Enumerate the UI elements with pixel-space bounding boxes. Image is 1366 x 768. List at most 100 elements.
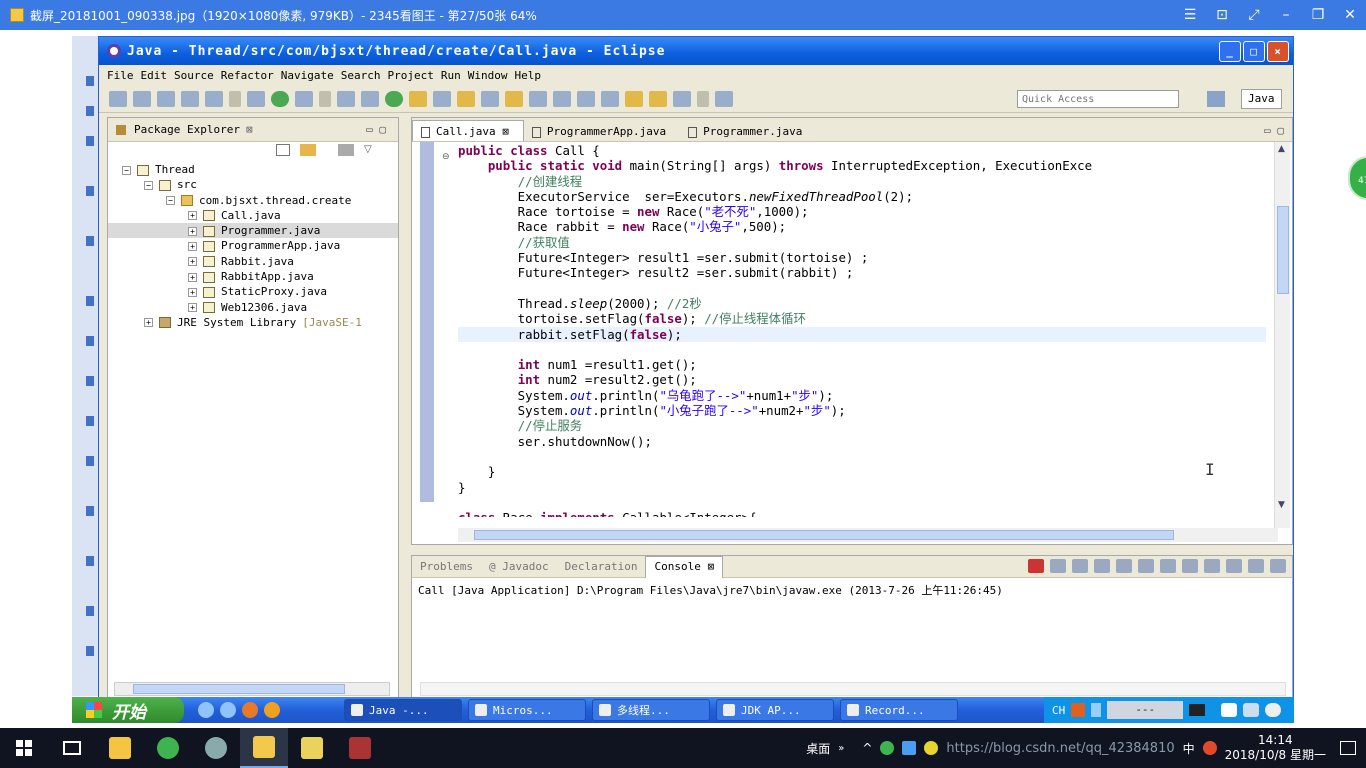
ime-mode[interactable]: 中 bbox=[1183, 740, 1195, 757]
menu-search[interactable]: Search bbox=[341, 69, 388, 82]
code-line[interactable]: //获取值 bbox=[458, 235, 1266, 250]
tray-app-icon[interactable] bbox=[1243, 703, 1260, 717]
restore-button[interactable]: ❐ bbox=[1302, 0, 1334, 30]
taskbar-file-explorer[interactable] bbox=[96, 728, 144, 768]
help-icon[interactable] bbox=[1091, 703, 1102, 717]
remove-launch-icon[interactable] bbox=[1050, 559, 1066, 573]
code-line[interactable]: } bbox=[458, 464, 1266, 479]
code-line[interactable]: System.out.println("乌龟跑了-->"+num1+"步"); bbox=[458, 388, 1266, 403]
scroll-up-icon[interactable]: ▲ bbox=[1278, 144, 1285, 154]
display-console-icon[interactable] bbox=[1204, 559, 1220, 573]
tab-javadoc[interactable]: @ Javadoc bbox=[481, 560, 557, 573]
taskbar-task-java[interactable]: Java -... bbox=[344, 699, 462, 721]
expand-toggle-icon[interactable]: + bbox=[188, 257, 197, 267]
console-hscrollbar[interactable] bbox=[420, 682, 1286, 696]
code-line[interactable]: class Race implements Callable<Integer>{ bbox=[458, 510, 1266, 517]
code-line[interactable]: Future<Integer> result2 =ser.submit(rabb… bbox=[458, 265, 1266, 280]
code-line[interactable]: System.out.println("小兔子跑了-->"+num2+"步"); bbox=[458, 403, 1266, 418]
expand-toggle-icon[interactable]: − bbox=[166, 196, 175, 206]
code-line[interactable]: public static void main(String[] args) t… bbox=[458, 158, 1266, 173]
code-line[interactable] bbox=[458, 281, 1266, 296]
close-button[interactable]: ✕ bbox=[1334, 0, 1366, 30]
sogou-ime-icon[interactable] bbox=[1202, 741, 1217, 755]
show-whitespace-icon[interactable] bbox=[553, 90, 571, 107]
expand-toggle-icon[interactable]: + bbox=[188, 303, 197, 313]
link-with-editor-icon[interactable] bbox=[300, 144, 316, 156]
save-icon[interactable] bbox=[157, 90, 175, 107]
menu-navigate[interactable]: Navigate bbox=[281, 69, 341, 82]
eclipse-minimize-button[interactable]: _ bbox=[1219, 40, 1241, 62]
clear-console-icon[interactable] bbox=[1094, 559, 1110, 573]
tray-app-icon[interactable] bbox=[902, 741, 917, 755]
taskbar-help-app[interactable] bbox=[288, 728, 336, 768]
open-perspective-icon[interactable] bbox=[1207, 91, 1225, 107]
editor-hscrollbar[interactable] bbox=[458, 528, 1278, 542]
taskbar-task-threads[interactable]: 多线程... bbox=[592, 699, 710, 721]
menu-run[interactable]: Run bbox=[441, 69, 468, 82]
chevron-down-icon[interactable]: ▽ bbox=[364, 144, 372, 156]
scroll-lock-icon[interactable] bbox=[1116, 559, 1132, 573]
task-view-button[interactable] bbox=[48, 728, 96, 768]
chevron-icon[interactable]: » bbox=[838, 743, 844, 754]
remove-all-icon[interactable] bbox=[1072, 559, 1088, 573]
code-line[interactable] bbox=[458, 495, 1266, 510]
search-icon[interactable] bbox=[457, 90, 475, 107]
tree-item[interactable]: + Programmer.java bbox=[108, 223, 398, 239]
new-wizard-icon[interactable] bbox=[133, 90, 151, 107]
close-icon[interactable]: ⊠ bbox=[246, 123, 253, 136]
notification-icon[interactable] bbox=[1340, 741, 1356, 755]
last-edit-icon[interactable] bbox=[625, 90, 643, 107]
clock[interactable]: 14:14 2018/10/8 星期一 bbox=[1225, 733, 1326, 763]
skip-breakpoints-icon[interactable] bbox=[337, 90, 355, 107]
code-line[interactable]: //创建线程 bbox=[458, 174, 1266, 189]
tab-programmerapp-java[interactable]: ProgrammerApp.java bbox=[524, 121, 680, 141]
source-code[interactable]: public class Call { public static void m… bbox=[458, 143, 1266, 517]
tab-problems[interactable]: Problems bbox=[412, 560, 481, 573]
code-line[interactable]: ser.shutdownNow(); bbox=[458, 434, 1266, 449]
tree-item[interactable]: + JRE System Library [JavaSE-1 bbox=[108, 315, 398, 330]
pin-console-icon[interactable] bbox=[1182, 559, 1198, 573]
close-icon[interactable]: ⊠ bbox=[502, 125, 509, 138]
ime-icon[interactable] bbox=[1071, 703, 1086, 717]
code-line[interactable]: } bbox=[458, 480, 1266, 495]
tab-console[interactable]: Console ⊠ bbox=[645, 555, 724, 578]
terminate-icon[interactable] bbox=[1028, 559, 1044, 573]
tree-item[interactable]: + StaticProxy.java bbox=[108, 284, 398, 299]
tree-item[interactable]: + ProgrammerApp.java bbox=[108, 238, 398, 253]
code-line[interactable]: rabbit.setFlag(false); bbox=[458, 326, 1266, 342]
desktop-toolbar-label[interactable]: 桌面 bbox=[806, 740, 830, 757]
taskbar-game-app[interactable] bbox=[336, 728, 384, 768]
tree-item[interactable]: + Web12306.java bbox=[108, 300, 398, 315]
tree-item[interactable]: − com.bjsxt.thread.create bbox=[108, 193, 398, 208]
new-class-icon[interactable] bbox=[385, 90, 403, 107]
expand-toggle-icon[interactable]: − bbox=[144, 180, 153, 190]
scroll-thumb[interactable] bbox=[474, 530, 1174, 540]
expand-toggle-icon[interactable]: + bbox=[188, 226, 197, 236]
minimize-button[interactable]: – bbox=[1270, 0, 1302, 30]
editor-vscrollbar[interactable]: ▲ ▼ bbox=[1274, 142, 1290, 528]
code-line[interactable]: Race tortoise = new Race("老不死",1000); bbox=[458, 204, 1266, 219]
tab-programmer-java[interactable]: Programmer.java bbox=[680, 121, 816, 141]
firefox-icon[interactable] bbox=[242, 702, 258, 718]
run-icon[interactable] bbox=[271, 90, 289, 107]
new-package-icon[interactable] bbox=[361, 90, 379, 107]
tree-item[interactable]: + RabbitApp.java bbox=[108, 269, 398, 284]
prev-annotation-icon[interactable] bbox=[601, 90, 619, 107]
scroll-thumb[interactable] bbox=[133, 684, 345, 694]
next-annotation-icon[interactable] bbox=[577, 90, 595, 107]
debug-icon[interactable] bbox=[247, 90, 265, 107]
quick-access-input[interactable] bbox=[1017, 90, 1179, 108]
xp-start-button[interactable]: 开始 bbox=[72, 697, 184, 723]
toggle-annotation-icon[interactable] bbox=[481, 90, 499, 107]
expand-toggle-icon[interactable]: + bbox=[188, 241, 197, 251]
maximize-view-icon[interactable] bbox=[1270, 559, 1286, 573]
show-hidden-icons[interactable]: ^ bbox=[862, 741, 872, 755]
java-perspective-button[interactable]: Java bbox=[1241, 89, 1282, 109]
code-line[interactable]: Thread.sleep(2000); //2秒 bbox=[458, 296, 1266, 311]
menu-file[interactable]: File bbox=[107, 69, 141, 82]
minimize-view-icon[interactable] bbox=[1248, 559, 1264, 573]
tree-item[interactable]: + Rabbit.java bbox=[108, 254, 398, 269]
tab-declaration[interactable]: Declaration bbox=[557, 560, 646, 573]
code-line[interactable] bbox=[458, 342, 1266, 357]
code-line[interactable] bbox=[458, 449, 1266, 464]
